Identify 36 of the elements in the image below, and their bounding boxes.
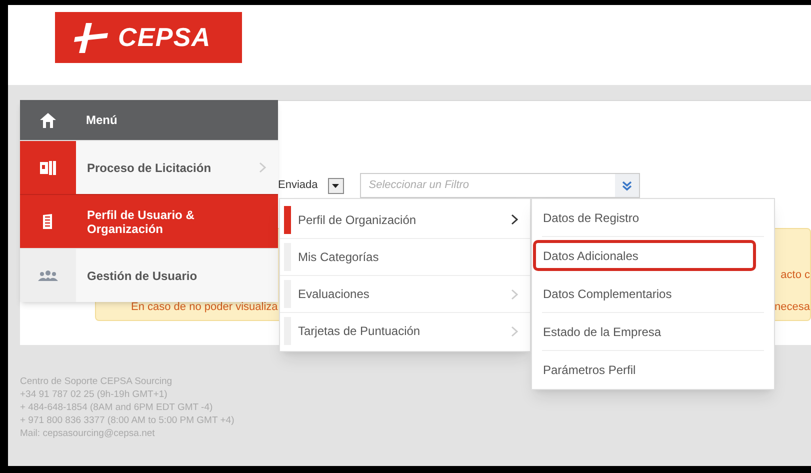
logo-text: CEPSA [118, 21, 211, 54]
notice-text: necesa [774, 300, 810, 315]
chevron-right-icon [259, 162, 266, 173]
submenu-item[interactable]: Datos de Registro [542, 199, 764, 237]
status-value: Enviada [278, 178, 318, 194]
submenu-item[interactable]: Datos Adicionales [533, 240, 756, 271]
submenu-item[interactable]: Tarjetas de Puntuación [280, 312, 530, 349]
menu-title: Menú [85, 112, 118, 129]
building-icon [42, 214, 54, 229]
support-info-line: + 484-648-1854 (8AM and 6PM EDT GMT -4) [20, 401, 214, 414]
home-icon [40, 112, 56, 128]
support-info-line: Mail: cepsasourcing@cepsa.net [20, 427, 156, 440]
submenu-item[interactable]: Perfil de Organización [280, 201, 530, 238]
submenu-item[interactable]: Mis Categorías [280, 238, 530, 275]
submenu-item[interactable]: Parámetros Perfil [542, 351, 764, 389]
users-icon [38, 270, 58, 281]
document-icon [40, 160, 56, 174]
chevron-right-icon [511, 214, 518, 225]
menu-item[interactable]: Proceso de Licitación [20, 140, 278, 194]
caret-icon [332, 184, 340, 188]
menu-item[interactable]: Gestión de Usuario [20, 248, 278, 302]
expand-button[interactable] [614, 174, 639, 197]
logo-icon [72, 20, 110, 54]
menu-item[interactable]: Perfil de Usuario & Organización [20, 194, 278, 248]
support-info-line: Centro de Soporte CEPSA Sourcing [20, 375, 174, 388]
chevron-right-icon [511, 288, 518, 300]
notice-text: acto c [780, 268, 810, 283]
support-info-line: + 971 800 836 3377 (8:00 AM to 5:00 PM GMT +4) [20, 414, 234, 427]
double-chevron-icon [622, 180, 632, 190]
dropdown-button[interactable] [328, 178, 344, 194]
submenu-item[interactable]: Datos Complementarios [542, 275, 764, 313]
support-info-line: +34 91 787 02 25 (9h-19h GMT+1) [20, 388, 168, 401]
submenu-item[interactable]: Evaluaciones [280, 275, 530, 312]
chevron-right-icon [511, 326, 518, 336]
submenu-item[interactable]: Estado de la Empresa [542, 313, 764, 351]
notice-text: En caso de no poder visualiza [131, 300, 278, 315]
